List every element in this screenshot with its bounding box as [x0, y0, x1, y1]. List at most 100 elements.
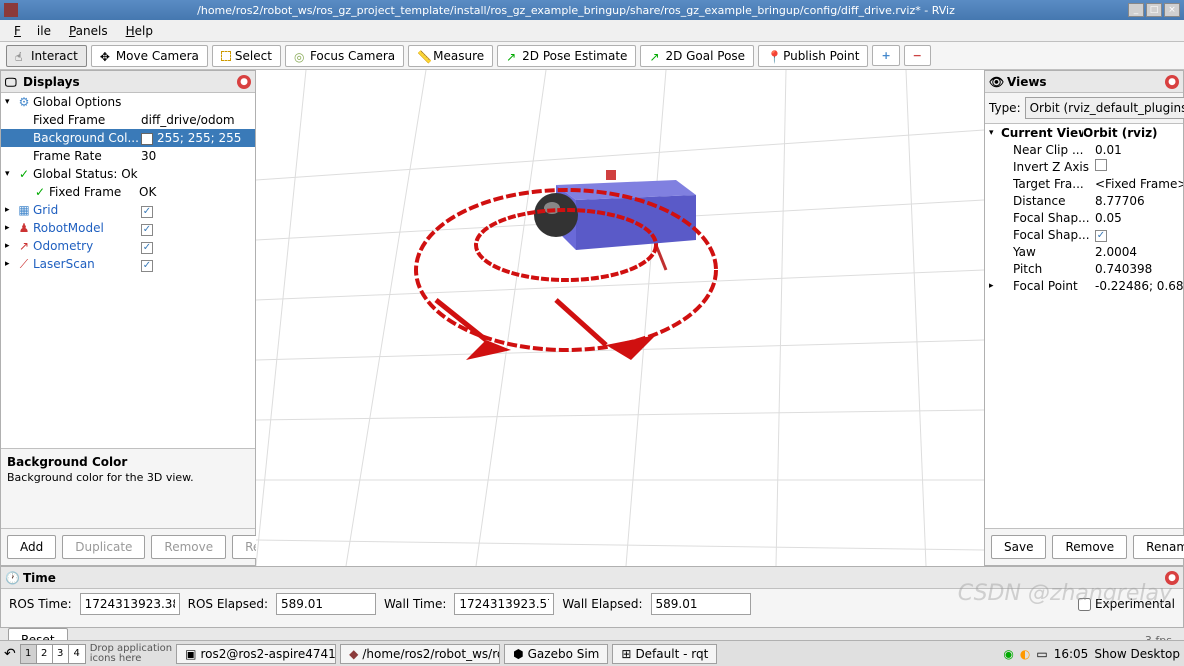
- views-tree[interactable]: ▾Current ViewOrbit (rviz) Near Clip ...0…: [985, 124, 1183, 528]
- publish-point-icon: 📍: [767, 50, 779, 62]
- window-titlebar: /home/ros2/robot_ws/ros_gz_project_templ…: [0, 0, 1184, 20]
- interact-icon: ☝: [15, 50, 27, 62]
- toolbar: ☝Interact ✥Move Camera Select ◎Focus Cam…: [0, 42, 1184, 70]
- display-global-status[interactable]: ▾✓Global Status: Ok: [1, 165, 255, 183]
- views-panel: 👁 Views ● Type: Orbit (rviz_default_plug…: [984, 70, 1184, 566]
- experimental-checkbox[interactable]: [1078, 598, 1091, 611]
- show-desktop-button[interactable]: Show Desktop: [1094, 647, 1180, 661]
- robot-body: [534, 170, 696, 270]
- select-icon: [221, 51, 231, 61]
- view-focal-shape1[interactable]: Focal Shap...0.05: [985, 209, 1183, 226]
- menu-help[interactable]: Help: [118, 21, 161, 41]
- views-header: 👁 Views ●: [985, 71, 1183, 93]
- interact-button[interactable]: ☝Interact: [6, 45, 87, 67]
- view-current[interactable]: ▾Current ViewOrbit (rviz): [985, 124, 1183, 141]
- terminal-icon: ▣: [185, 647, 196, 661]
- display-odometry[interactable]: ▸↗Odometry✓: [1, 237, 255, 255]
- workspace-3[interactable]: 3: [53, 645, 69, 663]
- rviz-app-icon: [4, 3, 18, 17]
- view-focal-point[interactable]: ▸Focal Point-0.22486; 0.6819...: [985, 277, 1183, 294]
- display-status-fixed-frame[interactable]: ✓Fixed FrameOK: [1, 183, 255, 201]
- tray-icon-3[interactable]: ▭: [1036, 647, 1047, 661]
- view-yaw[interactable]: Yaw2.0004: [985, 243, 1183, 260]
- wall-time-label: Wall Time:: [384, 597, 446, 611]
- odometry-checkbox[interactable]: ✓: [141, 242, 153, 254]
- display-grid[interactable]: ▸▦Grid✓: [1, 201, 255, 219]
- wall-time-input[interactable]: [454, 593, 554, 615]
- pose-estimate-icon: ↗: [506, 50, 518, 62]
- move-camera-icon: ✥: [100, 50, 112, 62]
- rqt-icon: ⊞: [621, 647, 631, 661]
- ros-elapsed-label: ROS Elapsed:: [188, 597, 268, 611]
- displays-description: Background Color Background color for th…: [1, 448, 255, 528]
- views-save-button[interactable]: Save: [991, 535, 1046, 559]
- views-rename-button[interactable]: Rename: [1133, 535, 1184, 559]
- displays-button-row: Add Duplicate Remove Rename: [1, 528, 255, 565]
- goal-pose-button[interactable]: ↗2D Goal Pose: [640, 45, 754, 67]
- views-close-button[interactable]: ●: [1165, 75, 1179, 89]
- ros-time-input[interactable]: [80, 593, 180, 615]
- displays-tree[interactable]: ▾⚙Global Options Fixed Framediff_drive/o…: [1, 93, 255, 448]
- workspace-1[interactable]: 1: [21, 645, 37, 663]
- remove-tool-button[interactable]: −: [904, 45, 931, 66]
- grid-checkbox[interactable]: ✓: [141, 206, 153, 218]
- 3d-viewport[interactable]: [256, 70, 984, 566]
- focus-camera-button[interactable]: ◎Focus Camera: [285, 45, 404, 67]
- display-global-options[interactable]: ▾⚙Global Options: [1, 93, 255, 111]
- views-title: Views: [1007, 75, 1047, 89]
- desc-body: Background color for the 3D view.: [7, 471, 249, 484]
- view-target-frame[interactable]: Target Fra...<Fixed Frame>: [985, 175, 1183, 192]
- display-laserscan[interactable]: ▸⟋LaserScan✓: [1, 255, 255, 273]
- move-camera-button[interactable]: ✥Move Camera: [91, 45, 208, 67]
- views-button-row: Save Remove Rename: [985, 528, 1183, 565]
- menu-file[interactable]: File: [6, 21, 59, 41]
- views-remove-button[interactable]: Remove: [1052, 535, 1127, 559]
- publish-point-button[interactable]: 📍Publish Point: [758, 45, 868, 67]
- view-near-clip[interactable]: Near Clip ...0.01: [985, 141, 1183, 158]
- undo-icon[interactable]: ↶: [4, 646, 16, 662]
- pose-estimate-button[interactable]: ↗2D Pose Estimate: [497, 45, 636, 67]
- display-frame-rate[interactable]: Frame Rate30: [1, 147, 255, 165]
- invert-z-checkbox[interactable]: [1095, 159, 1107, 171]
- display-robot-model[interactable]: ▸♟RobotModel✓: [1, 219, 255, 237]
- views-type-select[interactable]: Orbit (rviz_default_plugins): [1025, 97, 1184, 119]
- measure-button[interactable]: 📏Measure: [408, 45, 493, 67]
- robotmodel-checkbox[interactable]: ✓: [141, 224, 153, 236]
- taskbar-terminal[interactable]: ▣ros2@ros2-aspire4741: ~...: [176, 644, 336, 664]
- laserscan-checkbox[interactable]: ✓: [141, 260, 153, 272]
- workspace-2[interactable]: 2: [37, 645, 53, 663]
- add-tool-button[interactable]: +: [872, 45, 899, 66]
- taskbar-rqt[interactable]: ⊞Default - rqt: [612, 644, 717, 664]
- system-tray: ◉ ◐ ▭ 16:05 Show Desktop: [1003, 647, 1180, 661]
- menu-panels[interactable]: Panels: [61, 21, 116, 41]
- view-pitch[interactable]: Pitch0.740398: [985, 260, 1183, 277]
- displays-close-button[interactable]: ●: [237, 75, 251, 89]
- ros-time-label: ROS Time:: [9, 597, 72, 611]
- display-background-color[interactable]: Background Col...255; 255; 255: [1, 129, 255, 147]
- views-type-row: Type: Orbit (rviz_default_plugins) Zero: [985, 93, 1183, 124]
- view-distance[interactable]: Distance8.77706: [985, 192, 1183, 209]
- select-button[interactable]: Select: [212, 45, 281, 67]
- ros-elapsed-input[interactable]: [276, 593, 376, 615]
- color-swatch: [141, 133, 153, 145]
- taskbar-gazebo[interactable]: ⬢Gazebo Sim: [504, 644, 608, 664]
- view-invert-z[interactable]: Invert Z Axis: [985, 158, 1183, 175]
- tray-icon-2[interactable]: ◐: [1020, 647, 1030, 661]
- drop-hint: Drop applicationicons here: [90, 644, 172, 664]
- focal-shape-checkbox[interactable]: ✓: [1095, 230, 1107, 242]
- displays-remove-button[interactable]: Remove: [151, 535, 226, 559]
- view-focal-shape2[interactable]: Focal Shap...✓: [985, 226, 1183, 243]
- tray-icon-1[interactable]: ◉: [1003, 647, 1013, 661]
- displays-add-button[interactable]: Add: [7, 535, 56, 559]
- window-maximize-button[interactable]: □: [1146, 3, 1162, 17]
- taskbar-rviz[interactable]: ◆/home/ros2/robot_ws/ro...: [340, 644, 500, 664]
- display-fixed-frame[interactable]: Fixed Framediff_drive/odom: [1, 111, 255, 129]
- wall-elapsed-input[interactable]: [651, 593, 751, 615]
- displays-duplicate-button[interactable]: Duplicate: [62, 535, 145, 559]
- time-close-button[interactable]: ●: [1165, 571, 1179, 585]
- clock[interactable]: 16:05: [1054, 647, 1089, 661]
- focus-camera-icon: ◎: [294, 50, 306, 62]
- window-minimize-button[interactable]: _: [1128, 3, 1144, 17]
- window-close-button[interactable]: ×: [1164, 3, 1180, 17]
- workspace-4[interactable]: 4: [69, 645, 85, 663]
